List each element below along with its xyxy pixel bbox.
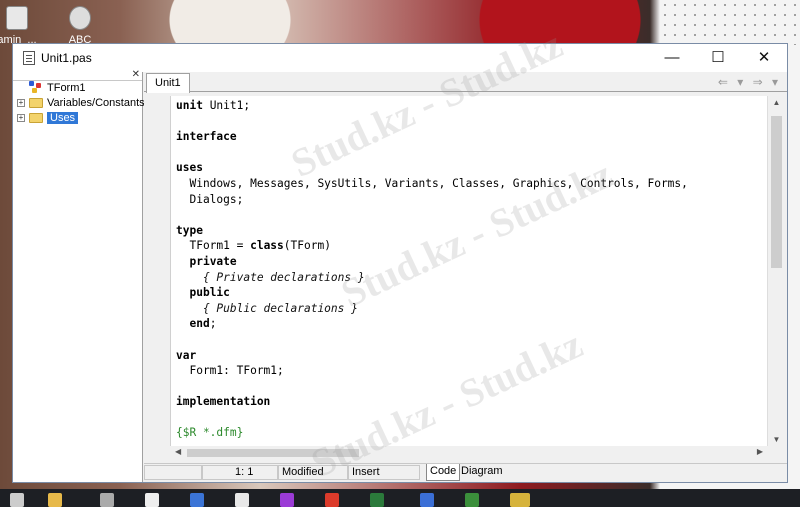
- app-icon[interactable]: [235, 493, 249, 507]
- minimize-button[interactable]: —: [649, 44, 695, 72]
- folder-icon: [29, 98, 43, 108]
- app-icon[interactable]: [100, 493, 114, 507]
- source-code[interactable]: unit Unit1; interface uses Windows, Mess…: [171, 96, 767, 443]
- folder-icon: [29, 113, 43, 123]
- app-icon[interactable]: [280, 493, 294, 507]
- tree-item-label: Uses: [47, 112, 79, 124]
- app-icon[interactable]: [325, 493, 339, 507]
- scroll-thumb[interactable]: [187, 449, 359, 457]
- file-explorer-icon[interactable]: [48, 493, 62, 507]
- insert-mode-indicator: Insert: [348, 465, 420, 480]
- app-icon[interactable]: [465, 493, 479, 507]
- scroll-thumb[interactable]: [771, 116, 782, 268]
- app-icon[interactable]: [145, 493, 159, 507]
- desktop-icon-abc[interactable]: ABC: [55, 6, 105, 46]
- scroll-up-icon[interactable]: ▲: [768, 98, 785, 107]
- horizontal-scrollbar[interactable]: ◀ ▶: [171, 446, 767, 460]
- app-icon[interactable]: [190, 493, 204, 507]
- tree-item-uses[interactable]: + Uses: [13, 111, 142, 126]
- editor-area: Unit1 ⇐ ▾ ⇒ ▾ unit Unit1; interface uses…: [144, 72, 787, 482]
- desktop-icon-file[interactable]: amin_...: [0, 6, 42, 46]
- code-explorer-panel: ✕ TForm1 + Variables/Constants + Uses: [13, 70, 145, 482]
- panel-header: ✕: [13, 70, 142, 81]
- tab-diagram[interactable]: Diagram: [458, 464, 506, 480]
- tree-item-tform1[interactable]: TForm1: [13, 81, 142, 96]
- app-icon[interactable]: [420, 493, 434, 507]
- modified-indicator: Modified: [278, 465, 348, 480]
- maximize-button[interactable]: ☐: [695, 44, 741, 72]
- app-icon[interactable]: [370, 493, 384, 507]
- scroll-left-icon[interactable]: ◀: [175, 447, 181, 456]
- start-icon[interactable]: [10, 493, 24, 507]
- code-editor-window: Unit1.pas — ☐ ✕ ✕ TForm1 + Variables/Con…: [12, 43, 788, 483]
- editor-tab-strip: Unit1 ⇐ ▾ ⇒ ▾: [144, 72, 787, 93]
- expand-icon[interactable]: +: [17, 99, 25, 107]
- desktop-dot-pattern: [660, 0, 800, 45]
- cursor-position: 1: 1: [202, 465, 278, 480]
- scroll-right-icon[interactable]: ▶: [757, 447, 763, 456]
- taskbar: [0, 489, 800, 507]
- navigation-arrows[interactable]: ⇐ ▾ ⇒ ▾: [718, 75, 781, 89]
- class-icon: [29, 81, 43, 94]
- window-title: Unit1.pas: [41, 51, 92, 65]
- tree-item-variables-constants[interactable]: + Variables/Constants: [13, 96, 145, 111]
- close-button[interactable]: ✕: [741, 44, 787, 72]
- app-icon[interactable]: [510, 493, 530, 507]
- editor-gutter: [148, 96, 171, 446]
- document-icon: [23, 51, 35, 65]
- file-icon: [6, 6, 28, 30]
- code-text-area[interactable]: unit Unit1; interface uses Windows, Mess…: [171, 96, 767, 446]
- tab-code[interactable]: Code: [426, 464, 461, 481]
- tree-item-label: Variables/Constants: [47, 97, 145, 109]
- scroll-down-icon[interactable]: ▼: [768, 435, 785, 444]
- tree-item-label: TForm1: [47, 82, 86, 94]
- expand-icon[interactable]: +: [17, 114, 25, 122]
- tab-unit1[interactable]: Unit1: [146, 73, 190, 93]
- close-panel-icon[interactable]: ✕: [132, 70, 140, 80]
- status-bar: 1: 1 Modified Insert Code Diagram: [144, 463, 787, 482]
- status-empty: [144, 465, 202, 480]
- title-bar[interactable]: Unit1.pas — ☐ ✕: [13, 44, 787, 72]
- vertical-scrollbar[interactable]: ▲ ▼: [767, 96, 785, 446]
- gear-app-icon: [69, 6, 91, 30]
